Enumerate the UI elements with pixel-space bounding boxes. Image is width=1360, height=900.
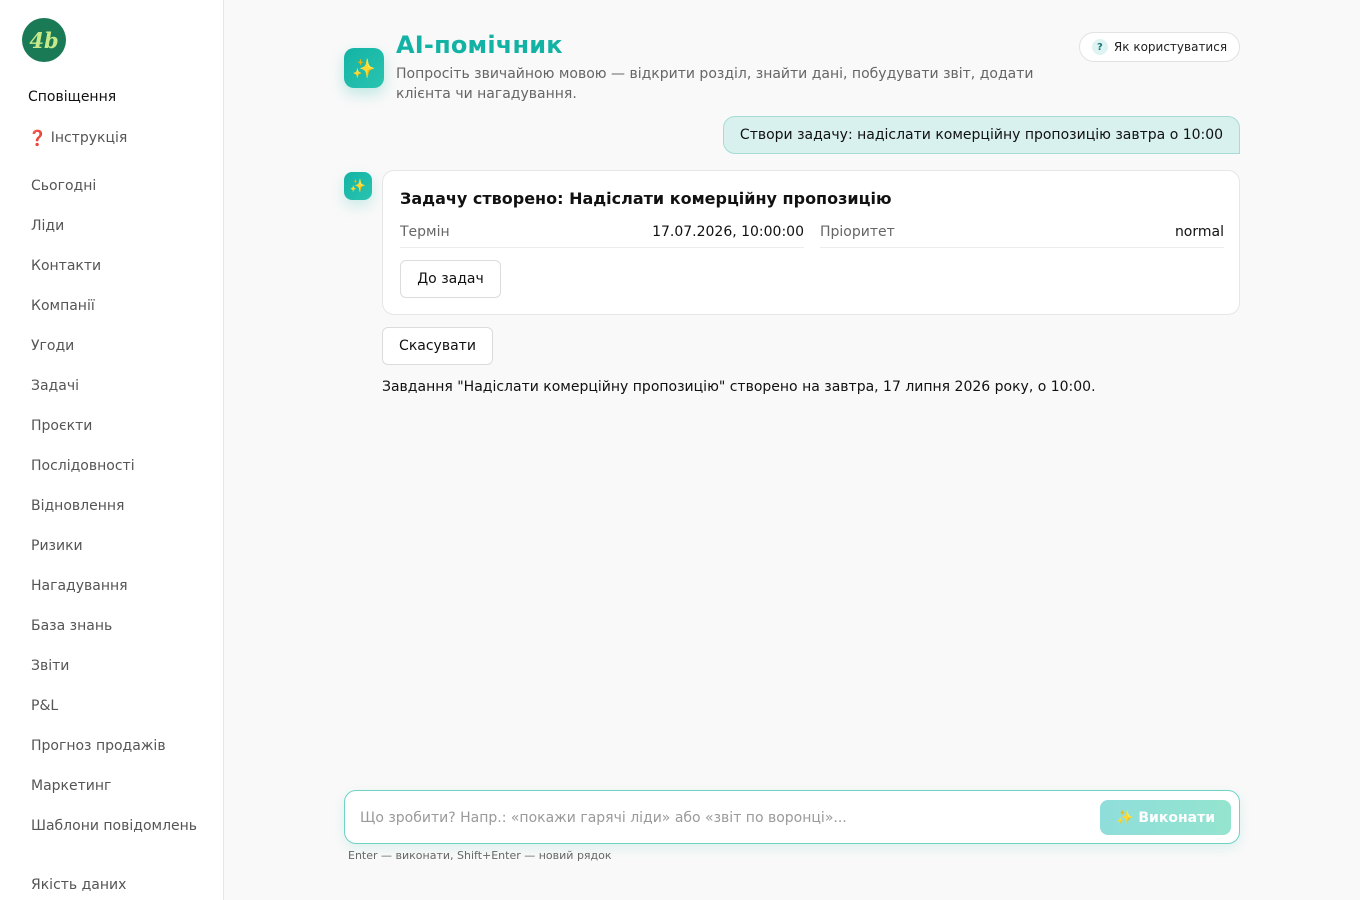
sidebar-item-today[interactable]: Сьогодні [31,177,197,217]
sidebar-item-reminders[interactable]: Нагадування [31,577,197,617]
sidebar-item-marketing[interactable]: Маркетинг [31,777,197,817]
task-created-card: Задачу створено: Надіслати комерційну пр… [382,170,1240,315]
logo[interactable]: 4b [22,18,66,62]
question-icon: ? [1091,39,1108,55]
sidebar-item-leads[interactable]: Ліди [31,217,197,257]
sparkles-icon: ✨ [1115,809,1134,826]
sparkles-icon: ✨ [344,48,384,88]
sidebar-item-notifications[interactable]: Сповіщення [28,89,116,105]
field-value: 17.07.2026, 10:00:00 [652,224,804,240]
sidebar-item-sequences[interactable]: Послідовності [31,457,197,497]
command-input[interactable] [360,803,1080,833]
field-label: Термін [400,224,450,240]
sidebar-item-data-quality[interactable]: Якість даних [31,876,197,900]
execute-label: Виконати [1138,809,1216,826]
sidebar: 4b Сповіщення ❓ Інструкція Сьогодні Ліди… [0,0,224,900]
command-composer: ✨ Виконати [344,790,1240,844]
go-to-tasks-button[interactable]: До задач [400,260,501,298]
how-to-use-button[interactable]: ? Як користуватися [1079,32,1240,62]
user-message-bubble: Створи задачу: надіслати комерційну проп… [723,116,1240,154]
sidebar-item-projects[interactable]: Проєкти [31,417,197,457]
keyboard-hint: Enter — виконати, Shift+Enter — новий ря… [348,849,612,862]
card-title: Задачу створено: Надіслати комерційну пр… [400,189,892,208]
sidebar-item-reports[interactable]: Звіти [31,657,197,697]
sidebar-item-tasks[interactable]: Задачі [31,377,197,417]
how-to-use-label: Як користуватися [1113,40,1228,54]
page-subtitle: Попросіть звичайною мовою — відкрити роз… [396,66,1034,102]
sidebar-item-companies[interactable]: Компанії [31,297,197,337]
cancel-button[interactable]: Скасувати [382,327,493,365]
assistant-response-text: Завдання "Надіслати комерційну пропозиці… [382,379,1096,395]
page-title: AI-помічник [396,31,563,59]
sidebar-nav: Сьогодні Ліди Контакти Компанії Угоди За… [31,177,197,900]
priority-field: Пріоритет normal [820,224,1224,248]
sidebar-item-recovery[interactable]: Відновлення [31,497,197,537]
sidebar-item-sales-forecast[interactable]: Прогноз продажів [31,737,197,777]
sidebar-item-risks[interactable]: Ризики [31,537,197,577]
field-value: normal [1174,224,1224,240]
sidebar-item-knowledge-base[interactable]: База знань [31,617,197,657]
sidebar-item-label: Інструкція [50,130,128,146]
sidebar-item-contacts[interactable]: Контакти [31,257,197,297]
assistant-sparkles-icon: ✨ [344,172,372,200]
execute-button[interactable]: ✨ Виконати [1100,800,1231,835]
sidebar-item-message-templates[interactable]: Шаблони повідомлень [31,816,197,876]
sidebar-item-pnl[interactable]: P&L [31,697,197,737]
question-icon: ❓ [28,129,47,147]
sidebar-item-deals[interactable]: Угоди [31,337,197,377]
field-label: Пріоритет [820,224,895,240]
due-date-field: Термін 17.07.2026, 10:00:00 [400,224,804,248]
sidebar-item-instructions[interactable]: ❓ Інструкція [28,129,127,147]
